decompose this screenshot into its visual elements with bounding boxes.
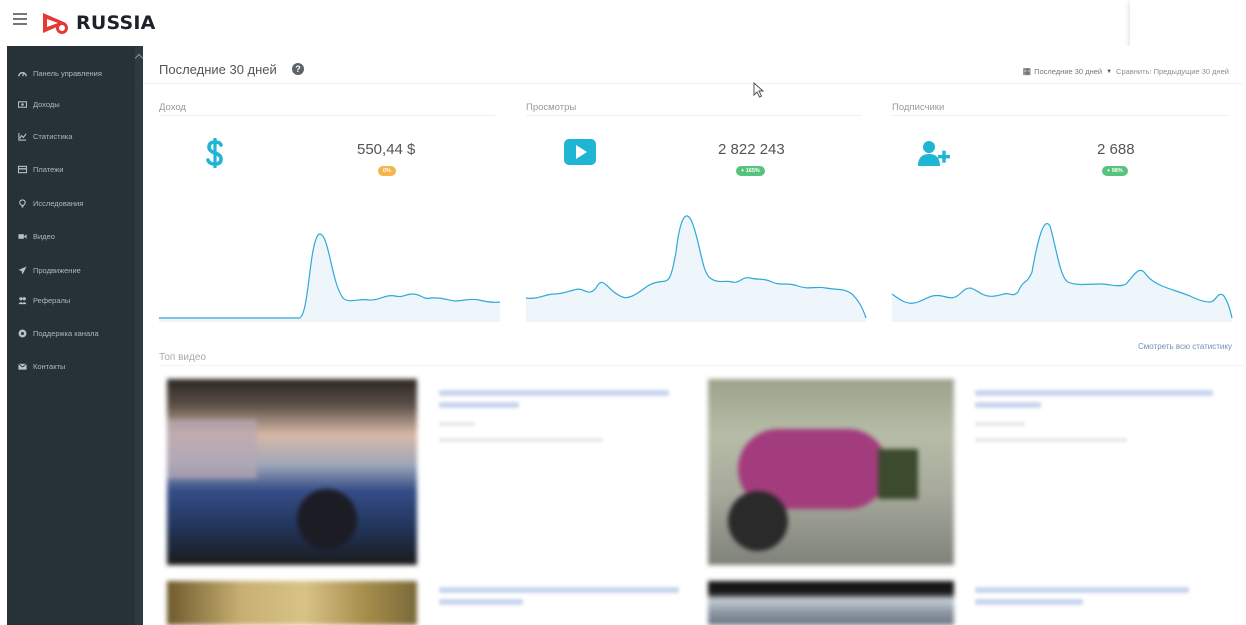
video-thumbnail[interactable] <box>708 379 954 565</box>
stat-label: Доход <box>159 102 495 116</box>
paper-plane-icon <box>18 265 27 275</box>
stat-change-badge: + 98% <box>1102 166 1128 176</box>
stat-value: 550,44 $ <box>357 141 416 158</box>
money-icon <box>18 100 27 109</box>
top-videos-title: Топ видео <box>159 352 206 363</box>
stat-card-subscribers: Подписчики 2 688 + 98% <box>891 102 1233 322</box>
support-icon <box>18 329 27 338</box>
sidebar-item-payments[interactable]: Платежи <box>7 154 135 184</box>
period-label: Последние 30 дней <box>1034 67 1103 76</box>
sidebar-item-referrals[interactable]: Рефералы <box>7 285 135 315</box>
sidebar-item-dashboard[interactable]: Панель управления <box>7 58 135 88</box>
video-title[interactable] <box>975 599 1083 605</box>
sidebar-item-label: Поддержка канала <box>33 328 99 338</box>
chart-line-icon <box>18 132 27 141</box>
stat-change-badge: + 165% <box>736 166 765 176</box>
sidebar-item-research[interactable]: Исследования <box>7 188 135 218</box>
sidebar-item-contacts[interactable]: Контакты <box>7 351 135 381</box>
sidebar-item-label: Доходы <box>33 99 60 109</box>
video-meta <box>975 438 1127 442</box>
envelope-icon <box>18 362 27 371</box>
add-user-icon <box>918 140 950 171</box>
stat-card-views: Просмотры 2 822 243 + 165% <box>525 102 867 322</box>
sidebar-item-label: Статистика <box>33 131 73 141</box>
video-camera-icon <box>18 232 27 241</box>
top-videos-header: Топ видео Смотреть всю статистику <box>159 342 1244 366</box>
hamburger-menu-icon[interactable] <box>13 13 27 27</box>
dashboard-icon <box>18 69 27 78</box>
video-title[interactable] <box>439 587 679 593</box>
video-meta <box>439 422 475 426</box>
sidebar-item-channel-support[interactable]: Поддержка канала <box>7 318 135 348</box>
chevron-down-icon: ▼ <box>1106 68 1113 75</box>
video-meta <box>439 438 603 442</box>
credit-card-icon <box>18 165 27 174</box>
sidebar-item-label: Исследования <box>33 198 84 208</box>
sidebar-item-video[interactable]: Видео <box>7 221 135 251</box>
sidebar-item-label: Видео <box>33 231 55 241</box>
sidebar-item-revenue[interactable]: Доходы <box>7 89 135 119</box>
video-title[interactable] <box>439 402 519 408</box>
help-icon[interactable]: ? <box>292 63 304 75</box>
sidebar: Панель управления Доходы Статистика Плат… <box>7 46 144 625</box>
sidebar-item-label: Платежи <box>33 164 64 174</box>
revenue-sparkline <box>159 233 501 322</box>
video-thumbnail[interactable] <box>167 581 417 625</box>
video-title[interactable] <box>975 587 1189 593</box>
stat-card-revenue: Доход 550,44 $ 0% <box>159 102 501 322</box>
stat-value: 2 822 243 <box>718 141 785 158</box>
calendar-icon: ▦ <box>1022 66 1032 76</box>
brand-logo-icon <box>43 13 68 34</box>
users-icon <box>18 296 27 305</box>
sidebar-item-label: Панель управления <box>33 68 102 78</box>
video-meta <box>975 422 1025 426</box>
mouse-cursor-icon <box>753 82 765 98</box>
sidebar-item-label: Продвижение <box>33 265 81 275</box>
stat-value: 2 688 <box>1097 141 1135 158</box>
main-content: Последние 30 дней ? ▦ Последние 30 дней … <box>143 46 1246 625</box>
lightbulb-icon <box>18 198 27 208</box>
video-title[interactable] <box>439 390 669 396</box>
video-title[interactable] <box>975 402 1041 408</box>
logo[interactable]: RUSSIA <box>40 10 156 36</box>
subscribers-sparkline <box>891 223 1233 322</box>
dollar-icon <box>205 137 225 174</box>
brand-name: RUSSIA <box>76 12 156 34</box>
top-bar: RUSSIA <box>0 0 1246 56</box>
sidebar-item-label: Рефералы <box>33 295 71 305</box>
video-thumbnail[interactable] <box>708 581 954 625</box>
view-all-stats-link[interactable]: Смотреть всю статистику <box>1138 342 1232 351</box>
stat-label: Просмотры <box>526 102 862 116</box>
sidebar-item-statistics[interactable]: Статистика <box>7 121 135 151</box>
sidebar-item-promotion[interactable]: Продвижение <box>7 255 135 285</box>
compare-period-link[interactable]: Сравнить: Предыдущие 30 дней <box>1116 67 1229 76</box>
stat-change-badge: 0% <box>378 166 396 176</box>
video-title[interactable] <box>439 599 523 605</box>
video-thumbnail[interactable] <box>167 379 417 565</box>
page-title: Последние 30 дней <box>159 62 277 77</box>
sidebar-item-label: Контакты <box>33 361 66 371</box>
views-sparkline <box>525 215 867 322</box>
period-selector[interactable]: ▦ Последние 30 дней ▼ Сравнить: Предыдущ… <box>1023 66 1229 77</box>
scroll-up-icon[interactable] <box>134 53 144 63</box>
play-icon <box>564 139 596 170</box>
stat-label: Подписчики <box>892 102 1228 116</box>
video-title[interactable] <box>975 390 1213 396</box>
page-header: Последние 30 дней ? ▦ Последние 30 дней … <box>143 54 1243 84</box>
